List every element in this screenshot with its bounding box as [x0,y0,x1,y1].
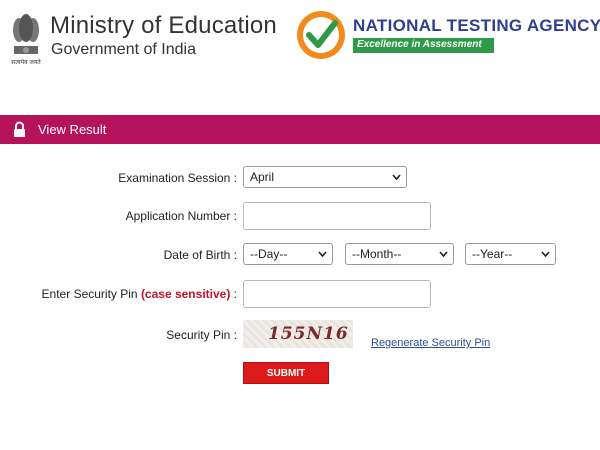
lock-icon [14,121,25,137]
regenerate-security-pin-link[interactable]: Regenerate Security Pin [371,337,490,349]
dob-label: Date of Birth : [163,248,237,262]
chevron-down-icon [392,174,401,181]
session-label: Examination Session : [118,171,237,185]
enter-security-pin-label: Enter Security Pin (case sensitive) : [20,287,237,301]
dob-year-value: --Year-- [472,247,513,261]
security-pin-label: Security Pin : [166,328,237,342]
dob-month-value: --Month-- [352,247,402,261]
chevron-down-icon [318,251,327,258]
agency-title: NATIONAL TESTING AGENCY [353,16,600,35]
dob-year-select[interactable]: --Year-- [465,243,556,265]
application-number-label: Application Number : [125,209,237,223]
ministry-subtitle: Government of India [51,41,196,58]
ministry-title: Ministry of Education [50,12,277,39]
enter-security-pin-colon: : [230,287,237,301]
page-title: View Result [38,122,107,137]
nta-logo-icon [297,11,345,59]
dob-month-select[interactable]: --Month-- [345,243,454,265]
emblem-motto: सत्यमेव जयते [11,59,41,66]
application-number-input[interactable] [243,202,431,230]
dob-day-value: --Day-- [250,247,288,261]
case-sensitive-note: (case sensitive) [140,287,231,301]
captcha-image: 155N16 [243,320,353,348]
dob-day-select[interactable]: --Day-- [243,243,333,265]
captcha-text: 155N16 [268,324,349,344]
chevron-down-icon [541,251,550,258]
enter-security-pin-text: Enter Security Pin [41,287,138,301]
session-select[interactable]: April [243,166,407,188]
agency-tagline: Excellence in Assessment [353,38,494,53]
security-pin-input[interactable] [243,280,431,308]
submit-button[interactable]: SUBMIT [243,362,329,384]
view-result-bar: View Result [0,115,600,144]
page-header: सत्यमेव जयते Ministry of Education Gover… [0,0,600,70]
chevron-down-icon [439,251,448,258]
session-selected-value: April [250,170,275,184]
